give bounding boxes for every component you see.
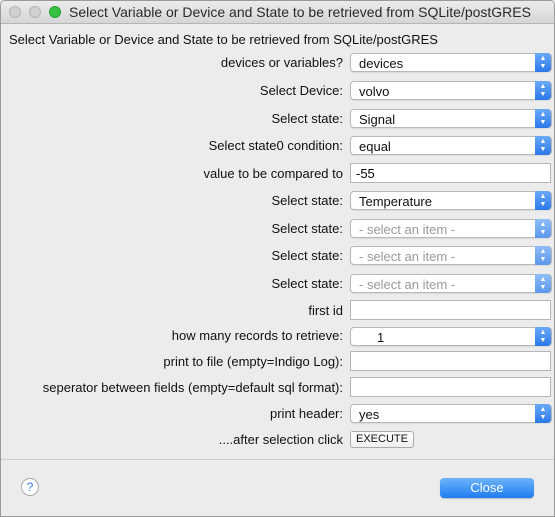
window-title: Select Variable or Device and State to b… [69, 4, 531, 20]
devices-or-variables-label: devices or variables? [220, 55, 343, 70]
row-state4: Select state: - select an item - ▲ ▼ [1, 273, 554, 295]
dialog-window: Select Variable or Device and State to b… [0, 0, 555, 517]
state1-value: Temperature [359, 194, 432, 209]
chevron-updown-icon: ▲ ▼ [535, 246, 551, 265]
row-first-id: first id [1, 300, 554, 322]
row-state1: Select state: Temperature ▲ ▼ [1, 190, 554, 212]
chevron-updown-icon: ▲ ▼ [535, 81, 551, 100]
first-id-field-box [350, 300, 551, 320]
row-print-header: print header: yes ▲ ▼ [1, 403, 554, 425]
state4-select[interactable]: - select an item - ▲ ▼ [350, 274, 552, 293]
row-devices-or-variables: devices or variables? devices ▲ ▼ [1, 52, 554, 74]
row-device: Select Device: volvo ▲ ▼ [1, 80, 554, 102]
title-bar[interactable]: Select Variable or Device and State to b… [1, 1, 554, 24]
devices-or-variables-value: devices [359, 56, 404, 71]
close-window-icon[interactable] [9, 6, 21, 18]
compare-value-field-box [350, 163, 551, 183]
compare-value-label: value to be compared to [203, 166, 343, 181]
print-header-select[interactable]: yes ▲ ▼ [350, 404, 552, 423]
chevron-updown-icon: ▲ ▼ [535, 109, 551, 128]
print-file-field-box [350, 351, 551, 371]
separator-label: seperator between fields (empty=default … [42, 380, 343, 395]
state2-select[interactable]: - select an item - ▲ ▼ [350, 219, 552, 238]
records-select[interactable]: 1 ▲ ▼ [350, 327, 552, 346]
zoom-window-icon[interactable] [49, 6, 61, 18]
state1-label: Select state: [271, 193, 343, 208]
state4-value: - select an item - [359, 277, 456, 292]
row-state2: Select state: - select an item - ▲ ▼ [1, 218, 554, 240]
dialog-heading: Select Variable or Device and State to b… [9, 32, 438, 47]
first-id-input[interactable] [351, 301, 550, 319]
chevron-updown-icon: ▲ ▼ [535, 327, 551, 346]
state3-label: Select state: [271, 248, 343, 263]
minimize-window-icon[interactable] [29, 6, 41, 18]
device-select[interactable]: volvo ▲ ▼ [350, 81, 552, 100]
help-icon[interactable]: ? [21, 478, 39, 496]
row-compare-value: value to be compared to [1, 163, 554, 185]
chevron-updown-icon: ▲ ▼ [535, 191, 551, 210]
row-execute: ....after selection click EXECUTE [1, 429, 554, 451]
state1-select[interactable]: Temperature ▲ ▼ [350, 191, 552, 210]
row-records: how many records to retrieve: 1 ▲ ▼ [1, 325, 554, 347]
compare-value-input[interactable] [351, 164, 550, 182]
device-value: volvo [359, 84, 390, 99]
records-label: how many records to retrieve: [171, 328, 343, 343]
state3-select[interactable]: - select an item - ▲ ▼ [350, 246, 552, 265]
state3-value: - select an item - [359, 249, 456, 264]
state0-condition-select[interactable]: equal ▲ ▼ [350, 136, 552, 155]
state2-label: Select state: [271, 221, 343, 236]
devices-or-variables-select[interactable]: devices ▲ ▼ [350, 53, 552, 72]
chevron-updown-icon: ▲ ▼ [535, 53, 551, 72]
separator-field-box [350, 377, 551, 397]
state0-label: Select state: [271, 111, 343, 126]
close-button[interactable]: Close [440, 478, 534, 498]
print-file-label: print to file (empty=Indigo Log): [163, 354, 343, 369]
print-file-input[interactable] [351, 352, 550, 370]
chevron-updown-icon: ▲ ▼ [535, 274, 551, 293]
first-id-label: first id [308, 303, 343, 318]
chevron-updown-icon: ▲ ▼ [535, 219, 551, 238]
row-state0-condition: Select state0 condition: equal ▲ ▼ [1, 135, 554, 157]
print-header-label: print header: [270, 406, 343, 421]
row-state3: Select state: - select an item - ▲ ▼ [1, 245, 554, 267]
device-label: Select Device: [259, 83, 343, 98]
state0-select[interactable]: Signal ▲ ▼ [350, 109, 552, 128]
separator-input[interactable] [351, 378, 550, 396]
state2-value: - select an item - [359, 222, 456, 237]
state0-condition-label: Select state0 condition: [208, 138, 343, 153]
state0-condition-value: equal [359, 139, 391, 154]
records-value: 1 [377, 330, 385, 345]
row-separator: seperator between fields (empty=default … [1, 377, 554, 399]
window-controls [9, 6, 61, 18]
chevron-updown-icon: ▲ ▼ [535, 404, 551, 423]
execute-button[interactable]: EXECUTE [350, 431, 414, 448]
state0-value: Signal [359, 112, 396, 127]
row-state0: Select state: Signal ▲ ▼ [1, 108, 554, 130]
footer-divider [1, 459, 554, 460]
chevron-updown-icon: ▲ ▼ [535, 136, 551, 155]
row-print-file: print to file (empty=Indigo Log): [1, 351, 554, 373]
state4-label: Select state: [271, 276, 343, 291]
execute-label: ....after selection click [218, 432, 343, 447]
print-header-value: yes [359, 407, 380, 422]
